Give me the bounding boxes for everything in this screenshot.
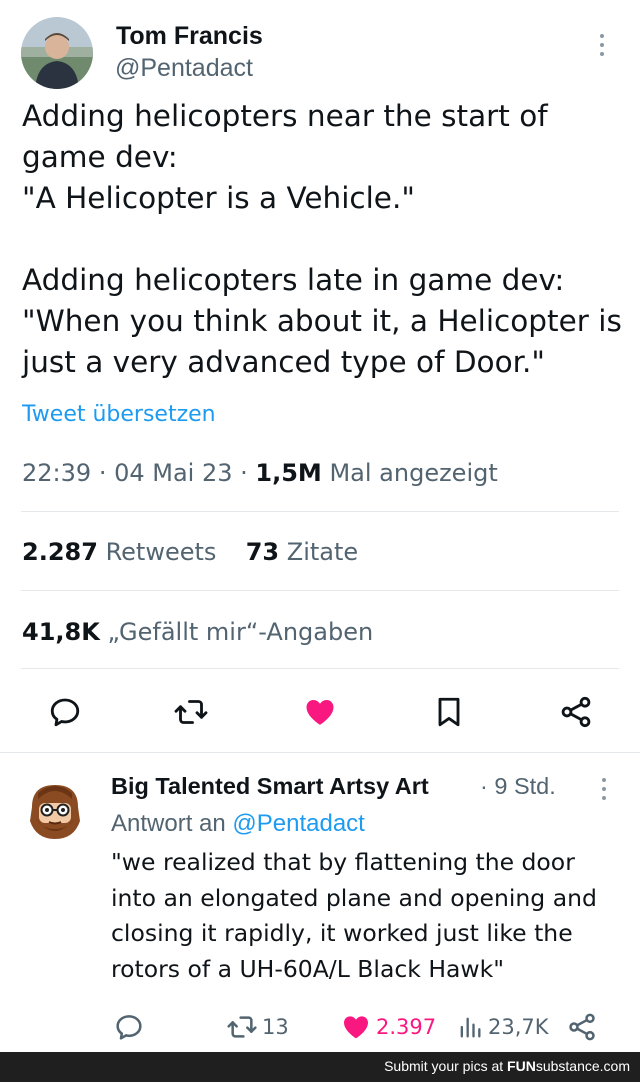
- heart-icon[interactable]: [302, 694, 338, 730]
- bookmark-icon[interactable]: [431, 694, 467, 730]
- reply-prefix: Antwort an: [111, 810, 226, 837]
- reply-reply-button[interactable]: [113, 1011, 145, 1043]
- reply-views-count: 23,7K: [488, 1015, 549, 1039]
- author-name[interactable]: Tom Francis: [116, 22, 263, 51]
- translate-link[interactable]: Tweet übersetzen: [22, 402, 216, 427]
- meta-dot: ·: [480, 773, 495, 799]
- tweet-date[interactable]: 04 Mai 23: [114, 459, 232, 487]
- tweet-paragraph-1: Adding helicopters near the start of gam…: [22, 99, 548, 215]
- more-options-icon[interactable]: [598, 778, 610, 808]
- tweet-text: Adding helicopters near the start of gam…: [22, 96, 622, 383]
- tweet-time[interactable]: 22:39: [22, 459, 91, 487]
- retweet-quote-stats: 2.287 Retweets 73 Zitate: [22, 538, 358, 566]
- reply-views-button[interactable]: 23,7K: [456, 1011, 549, 1043]
- share-icon: [569, 1013, 595, 1041]
- reply-retweet-button[interactable]: 13: [226, 1011, 289, 1043]
- tweet-paragraph-2: Adding helicopters late in game dev: "Wh…: [22, 263, 622, 379]
- divider: [21, 590, 619, 591]
- reply-text: "we realized that by flattening the door…: [111, 848, 597, 983]
- tweet-meta: 22:39 · 04 Mai 23 · 1,5M Mal angezeigt: [22, 459, 498, 487]
- heart-icon: [344, 1016, 368, 1039]
- reply-time[interactable]: · 9 Std.: [480, 773, 556, 800]
- meta-dot: ·: [98, 459, 115, 487]
- reply-icon: [116, 1015, 142, 1040]
- reply-mention-link[interactable]: @Pentadact: [232, 810, 364, 837]
- reply-action-bar: 13 2.397 23,7K: [0, 1011, 640, 1047]
- footer-brand-rest: substance.com: [535, 1058, 630, 1074]
- reply-time-value: 9 Std.: [494, 773, 556, 799]
- reply-retweet-count: 13: [262, 1015, 289, 1039]
- reply-author-avatar[interactable]: [22, 777, 88, 843]
- reply-context: Antwort an @Pentadact: [111, 810, 365, 838]
- retweet-icon[interactable]: [173, 694, 209, 730]
- likes-label[interactable]: „Gefällt mir“-Angaben: [107, 618, 373, 646]
- divider: [21, 668, 619, 669]
- author-handle[interactable]: @Pentadact: [115, 54, 253, 83]
- likes-count[interactable]: 41,8K: [22, 618, 100, 646]
- tweet-action-bar: [0, 686, 640, 738]
- watermark-footer: Submit your pics at FUNsubstance.com: [0, 1052, 640, 1082]
- reply-share-button[interactable]: [566, 1011, 598, 1043]
- share-icon[interactable]: [558, 694, 594, 730]
- footer-text: Submit your pics at FUNsubstance.com: [384, 1058, 630, 1074]
- divider: [21, 511, 619, 512]
- likes-stats: 41,8K „Gefällt mir“-Angaben: [22, 618, 373, 646]
- reply-tweet[interactable]: Big Talented Smart Artsy Art · 9 Std. An…: [0, 753, 640, 1050]
- author-avatar[interactable]: [21, 17, 93, 89]
- footer-brand-bold: FUN: [507, 1058, 536, 1074]
- footer-submit-text: Submit your pics at: [384, 1058, 504, 1074]
- retweets-label[interactable]: Retweets: [106, 538, 217, 566]
- reply-author-name[interactable]: Big Talented Smart Artsy Art: [111, 773, 429, 800]
- retweet-icon: [227, 1016, 257, 1038]
- retweets-count[interactable]: 2.287: [22, 538, 98, 566]
- reply-icon[interactable]: [47, 694, 83, 730]
- reply-like-count: 2.397: [376, 1015, 437, 1039]
- views-icon: [460, 1017, 481, 1038]
- quotes-label[interactable]: Zitate: [287, 538, 358, 566]
- quotes-count[interactable]: 73: [246, 538, 279, 566]
- meta-dot: ·: [240, 459, 256, 487]
- views-label: Mal angezeigt: [329, 459, 498, 487]
- reply-like-button[interactable]: 2.397: [340, 1011, 436, 1043]
- views-count: 1,5M: [255, 459, 322, 487]
- more-options-icon[interactable]: [596, 34, 608, 64]
